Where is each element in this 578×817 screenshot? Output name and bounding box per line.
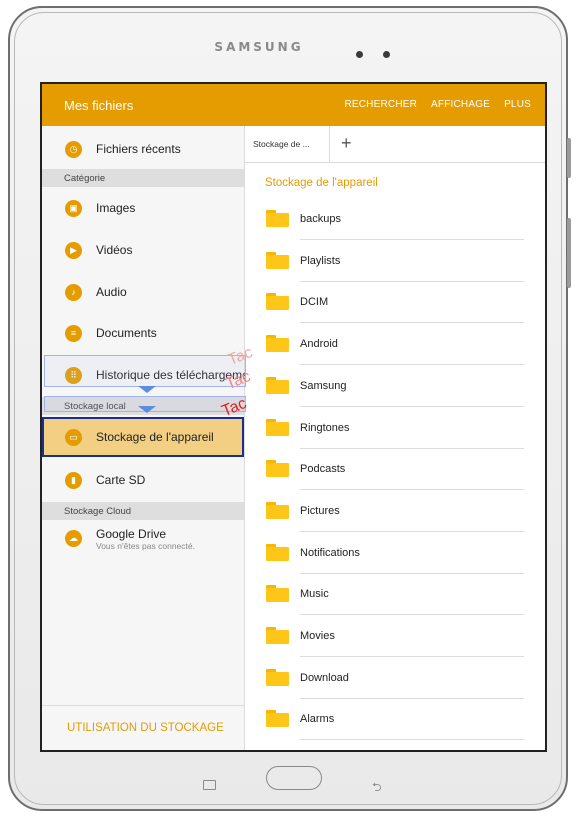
down-arrow-icon [138, 406, 156, 413]
folder-icon [266, 460, 289, 478]
folder-icon [266, 335, 289, 353]
add-tab-button[interactable]: + [341, 133, 352, 154]
file-list-pane: Stockage de ... + Stockage de l'appareil… [245, 126, 545, 750]
folder-row[interactable]: Notifications [245, 532, 545, 574]
folder-row[interactable]: Samsung [245, 365, 545, 407]
image-icon: ▣ [65, 200, 82, 217]
sidebar-item-label: Stockage de l'appareil [96, 430, 214, 444]
down-arrow-icon [138, 386, 156, 393]
folder-row[interactable]: Playlists [245, 240, 545, 282]
folder-row[interactable]: backups [245, 198, 545, 240]
more-button[interactable]: PLUS [504, 99, 531, 110]
search-button[interactable]: RECHERCHER [344, 99, 417, 110]
folder-icon [266, 627, 289, 644]
section-header-category: Catégorie [42, 169, 244, 187]
folder-icon [266, 501, 289, 519]
tab-device-storage[interactable]: Stockage de ... [245, 126, 330, 162]
volume-button [567, 138, 571, 178]
sidebar-item-images[interactable]: ▣ Images [42, 188, 244, 228]
sidebar-item-audio[interactable]: ♪ Audio [42, 272, 244, 312]
app-actions: RECHERCHER AFFICHAGE PLUS [344, 99, 531, 110]
sidebar-item-label: Images [96, 201, 136, 215]
storage-usage-button[interactable]: UTILISATION DU STOCKAGE [42, 705, 244, 750]
divider [300, 739, 524, 741]
app-screen: Mes fichiers RECHERCHER AFFICHAGE PLUS ◷… [40, 82, 547, 752]
folder-row[interactable]: Pictures [245, 490, 545, 532]
app-bar: Mes fichiers RECHERCHER AFFICHAGE PLUS [42, 84, 545, 126]
folder-name: Movies [300, 630, 335, 642]
folder-row[interactable]: Podcasts [245, 448, 545, 491]
cloud-icon: ☁ [65, 530, 82, 547]
folder-icon [266, 668, 289, 686]
back-button[interactable]: ⮌ [372, 778, 382, 799]
sidebar-item-videos[interactable]: ▶ Vidéos [42, 230, 244, 270]
home-button[interactable] [266, 766, 322, 790]
sidebar-item-device-storage[interactable]: ▭ Stockage de l'appareil [42, 417, 244, 457]
folder-icon [266, 376, 289, 394]
sidebar-item-label: Carte SD [96, 473, 146, 487]
music-note-icon: ♪ [65, 284, 82, 301]
view-button[interactable]: AFFICHAGE [431, 99, 490, 110]
folder-icon [266, 293, 289, 311]
folder-icon [266, 418, 289, 436]
power-button [567, 218, 571, 288]
video-icon: ▶ [65, 242, 82, 259]
folder-icon [266, 543, 289, 561]
folder-row[interactable]: Android [245, 323, 545, 366]
folder-name: Samsung [300, 379, 347, 392]
folder-name: Pictures [300, 504, 340, 517]
folder-icon [266, 251, 289, 269]
brand-logo: SAMSUNG [214, 40, 304, 54]
folder-name: backups [300, 213, 341, 225]
sidebar-item-recent[interactable]: ◷ Fichiers récents [42, 129, 244, 169]
folder-name: Ringtones [300, 421, 350, 434]
folder-row[interactable]: Alarms [245, 698, 545, 741]
camera-lens [356, 51, 363, 58]
folder-name: Android [300, 338, 338, 351]
sidebar-item-label: Audio [96, 285, 127, 299]
folder-name: Music [300, 588, 329, 601]
folder-name: Playlists [300, 254, 341, 267]
folder-name: Podcasts [300, 463, 346, 476]
folder-icon [266, 710, 289, 728]
sidebar-item-label: Documents [96, 326, 157, 340]
folder-icon [266, 210, 289, 227]
sidebar-item-label: Google Drive [96, 527, 167, 541]
sidebar-item-label: Fichiers récents [96, 142, 181, 156]
folder-name: Alarms [300, 713, 335, 726]
folder-name: Download [300, 671, 349, 684]
sidebar-item-google-drive[interactable]: ☁ Google Drive Vous n'êtes pas connecté. [42, 521, 244, 561]
folder-row[interactable]: Ringtones [245, 407, 545, 449]
device-storage-icon: ▭ [65, 429, 82, 446]
folder-row[interactable]: Music [245, 573, 545, 616]
sidebar-item-documents[interactable]: ≡ Documents [42, 313, 244, 353]
folder-row[interactable]: Download [245, 657, 545, 699]
app-title: Mes fichiers [64, 98, 134, 113]
sd-card-icon: ▮ [65, 472, 82, 489]
tab-bar: Stockage de ... + [245, 126, 545, 163]
folder-name: Notifications [300, 546, 360, 559]
current-path: Stockage de l'appareil [265, 177, 378, 189]
sidebar: ◷ Fichiers récents Catégorie ▣ Images ▶ … [42, 126, 249, 750]
sidebar-item-label: Vidéos [96, 243, 133, 257]
document-icon: ≡ [65, 325, 82, 342]
folder-name: DCIM [300, 296, 329, 309]
tap-highlight-ghost [44, 355, 246, 387]
folder-icon [266, 585, 289, 603]
sidebar-item-sd-card[interactable]: ▮ Carte SD [42, 460, 244, 500]
sensor-lens [383, 51, 390, 58]
folder-row[interactable]: DCIM [245, 281, 545, 324]
recent-apps-button[interactable] [203, 780, 216, 790]
folder-row[interactable]: Movies [245, 615, 545, 657]
section-header-cloud: Stockage Cloud [42, 502, 244, 520]
sidebar-item-sublabel: Vous n'êtes pas connecté. [96, 541, 195, 551]
clock-icon: ◷ [65, 141, 82, 158]
